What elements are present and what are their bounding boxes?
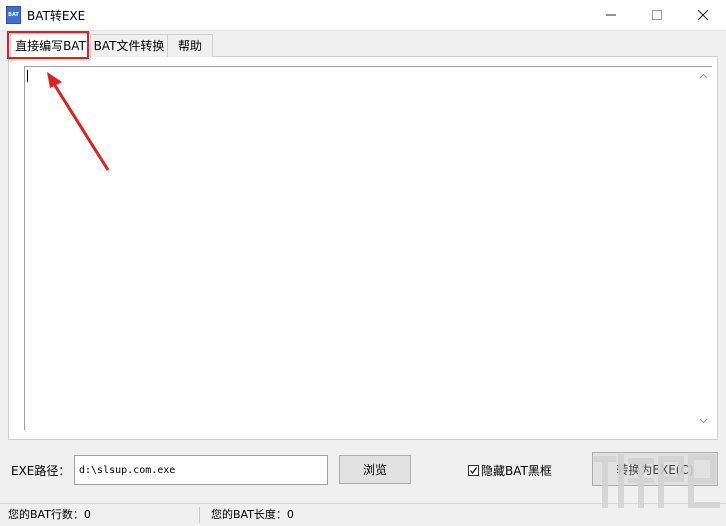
checkmark-icon bbox=[469, 466, 478, 474]
convert-to-exe-button[interactable]: 转换为EXE(C) bbox=[592, 452, 718, 486]
hide-console-checkbox[interactable] bbox=[468, 464, 479, 476]
bat-file-icon: BAT bbox=[6, 6, 21, 24]
tab-help[interactable]: 帮助 bbox=[167, 34, 213, 57]
window-title: BAT转EXE bbox=[27, 9, 86, 23]
status-separator bbox=[199, 507, 200, 523]
chevron-up-icon bbox=[699, 73, 708, 78]
status-bar: 您的BAT行数：0 您的BAT长度：0 bbox=[0, 503, 726, 526]
scroll-down-button[interactable] bbox=[695, 412, 712, 429]
minimize-button[interactable] bbox=[588, 0, 634, 30]
exe-path-input[interactable] bbox=[74, 455, 328, 485]
text-caret bbox=[27, 70, 28, 82]
chevron-down-icon bbox=[699, 418, 708, 423]
hide-console-option[interactable]: 隐藏BAT黑框 bbox=[468, 462, 552, 478]
status-line-count: 您的BAT行数：0 bbox=[8, 508, 91, 521]
title-bar: BAT BAT转EXE bbox=[0, 0, 726, 31]
exe-path-label: EXE路径： bbox=[11, 464, 71, 478]
annotation-highlight-box bbox=[7, 31, 89, 59]
status-length: 您的BAT长度：0 bbox=[211, 508, 294, 521]
tab-bat-file-convert[interactable]: BAT文件转换 bbox=[89, 34, 169, 57]
close-icon bbox=[698, 10, 708, 20]
close-button[interactable] bbox=[680, 0, 726, 30]
hide-console-label: 隐藏BAT黑框 bbox=[481, 463, 552, 478]
bat-editor[interactable] bbox=[24, 66, 712, 430]
maximize-icon bbox=[652, 10, 662, 20]
minimize-icon bbox=[606, 14, 616, 16]
vertical-scrollbar[interactable] bbox=[695, 67, 712, 429]
maximize-button[interactable] bbox=[634, 0, 680, 30]
scroll-up-button[interactable] bbox=[695, 67, 712, 84]
browse-button[interactable]: 浏览 bbox=[339, 455, 411, 484]
